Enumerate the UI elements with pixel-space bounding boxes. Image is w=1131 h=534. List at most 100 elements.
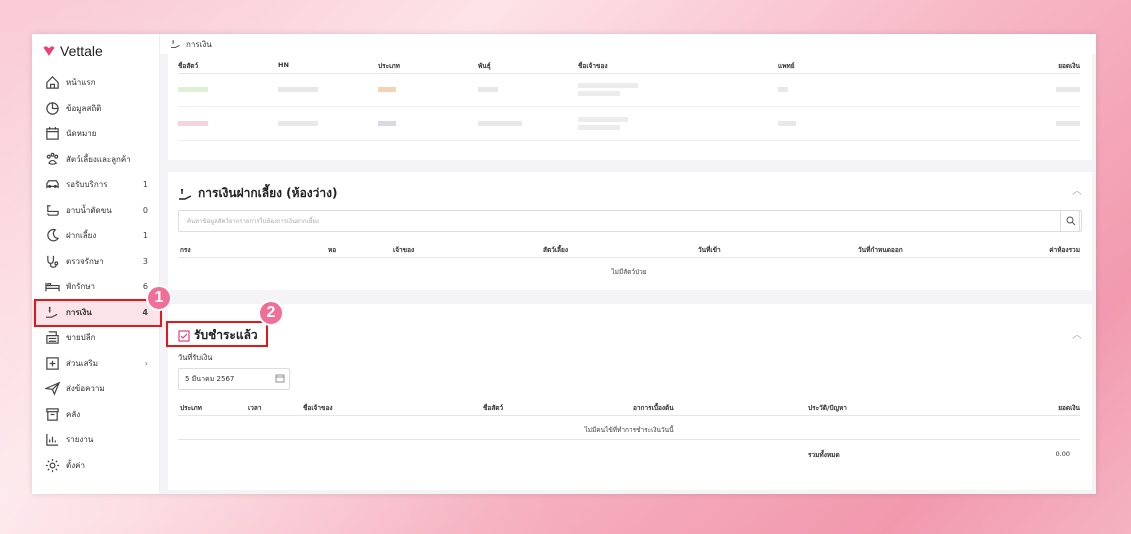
col-room-total: ค่าห้องรวม [1049, 246, 1080, 254]
checkbox-icon [178, 329, 190, 342]
gear-icon [44, 457, 60, 473]
main-content: การเงิน ชื่อสัตว์ HN ประเภท พันธุ์ ชื่อเ… [160, 34, 1096, 494]
sidebar-item-bath[interactable]: อาบน้ำตัดขน 0 [32, 198, 160, 224]
date-label: วันที่รับเงิน [178, 353, 213, 362]
sidebar-item-label: ฝากเลี้ยง [66, 231, 97, 241]
register-icon [44, 330, 60, 346]
boarding-section-title: การเงินฝากเลี้ยง (ห้องว่าง) [178, 184, 337, 203]
col-type: ประเภท [378, 62, 400, 70]
paid-table-header: ประเภท เวลา ชื่อเจ้าของ ชื่อสัตว์ อาการเ… [178, 396, 1080, 416]
money-hand-icon [179, 188, 192, 200]
col-ward: หอ [328, 246, 337, 254]
boarding-finance-card: การเงินฝากเลี้ยง (ห้องว่าง) ︿ ค้นหาข้อมู… [168, 172, 1092, 290]
sidebar-item-report[interactable]: รายงาน [32, 427, 160, 453]
sidebar-item-paw[interactable]: สัตว์เลี้ยงและลูกค้า [32, 147, 160, 173]
col-pet: สัตว์เลี้ยง [543, 246, 569, 254]
bed-icon [44, 279, 60, 295]
send-icon [44, 381, 60, 397]
sidebar-item-label: ตรวจรักษา [66, 256, 104, 266]
search-button[interactable] [1060, 210, 1082, 232]
sidebar-item-register[interactable]: ขายปลีก [32, 325, 160, 351]
sidebar-item-label: ข้อมูลสถิติ [66, 103, 102, 113]
col-type: ประเภท [180, 404, 202, 412]
sidebar-item-label: รายงาน [66, 435, 94, 445]
sidebar-item-plus-square[interactable]: ส่วนเสริม › [32, 351, 160, 377]
car-icon [44, 177, 60, 193]
col-hn: HN [278, 61, 289, 69]
collapse-chevron-icon[interactable]: ︿ [1072, 326, 1082, 341]
pending-table-header: ชื่อสัตว์ HN ประเภท พันธุ์ ชื่อเจ้าของ แ… [178, 54, 1080, 74]
col-owner: ชื่อเจ้าของ [303, 404, 333, 412]
paid-section-title: รับชำระแล้ว [178, 326, 258, 345]
money-hand-icon [171, 40, 180, 49]
sidebar-item-moon[interactable]: ฝากเลี้ยง 1 [32, 223, 160, 249]
calendar-icon[interactable] [275, 373, 285, 383]
col-history: ประวัติ/ปัญหา [808, 404, 847, 412]
date-picker-input[interactable]: 5 มีนาคม 2567 [178, 368, 290, 390]
paid-empty-text: ไม่มีคนไข้ที่ทำการชำระเงินวันนี้ [584, 426, 674, 434]
total-label: รวมทั้งหมด [808, 451, 840, 459]
sidebar-item-label: รอรับบริการ [66, 180, 108, 190]
col-pet: ชื่อสัตว์ [483, 404, 504, 412]
sidebar-item-label: คลัง [66, 409, 81, 419]
sidebar-item-label: สัตว์เลี้ยงและลูกค้า [66, 154, 131, 164]
chevron-right-icon: › [144, 358, 148, 368]
sidebar-item-label: ขายปลีก [66, 333, 96, 343]
sidebar-item-label: ส่งข้อความ [66, 384, 105, 394]
money-hand-icon [44, 304, 60, 320]
sidebar-item-chart[interactable]: ข้อมูลสถิติ [32, 96, 160, 122]
paid-card: รับชำระแล้ว ︿ วันที่รับเงิน 5 มีนาคม 256… [168, 304, 1092, 490]
sidebar-item-stethoscope[interactable]: ตรวจรักษา 3 [32, 249, 160, 275]
col-pet-name: ชื่อสัตว์ [178, 62, 199, 70]
paw-icon [44, 151, 60, 167]
col-amount: ยอดเงิน [1058, 404, 1080, 412]
col-amount: ยอดเงิน [1058, 62, 1080, 70]
boarding-search-input[interactable]: ค้นหาข้อมูลสัตว์จากรายการใบห้องการเงินฝา… [178, 210, 1080, 232]
moon-icon [44, 228, 60, 244]
table-row[interactable] [178, 74, 1080, 107]
col-owner: เจ้าของ [393, 246, 415, 254]
sidebar-item-label: นัดหมาย [66, 129, 97, 139]
step-badge-1: 1 [146, 285, 172, 311]
breadcrumb: การเงิน [160, 34, 1096, 54]
boarding-table-header: กรง หอ เจ้าของ สัตว์เลี้ยง วันที่เข้า วั… [178, 238, 1080, 258]
sidebar-item-money-hand[interactable]: การเงิน 4 [32, 299, 160, 325]
plus-square-icon [44, 355, 60, 371]
app-window: Vettale หน้าแรกข้อมูลสถิตินัดหมายสัตว์เล… [32, 34, 1096, 494]
breadcrumb-label: การเงิน [186, 39, 212, 49]
paid-empty-row: ไม่มีคนไข้ที่ทำการชำระเงินวันนี้ [178, 416, 1080, 440]
sidebar-item-send[interactable]: ส่งข้อความ [32, 376, 160, 402]
col-symptom: อาการเบื้องต้น [633, 404, 674, 412]
boarding-empty-text: ไม่มีสัตว์ป่วย [611, 268, 647, 276]
calendar-icon [44, 126, 60, 142]
app-name: Vettale [60, 43, 103, 59]
home-icon [44, 75, 60, 91]
sidebar: Vettale หน้าแรกข้อมูลสถิตินัดหมายสัตว์เล… [32, 34, 160, 494]
sidebar-item-gear[interactable]: ตั้งค่า [32, 453, 160, 479]
archive-icon [44, 406, 60, 422]
table-row[interactable] [178, 108, 1080, 141]
sidebar-item-bed[interactable]: พักรักษา 6 [32, 274, 160, 300]
sidebar-nav: หน้าแรกข้อมูลสถิตินัดหมายสัตว์เลี้ยงและล… [32, 70, 160, 478]
search-icon [1066, 216, 1076, 226]
sidebar-item-archive[interactable]: คลัง [32, 402, 160, 428]
stethoscope-icon [44, 253, 60, 269]
sidebar-item-calendar[interactable]: นัดหมาย [32, 121, 160, 147]
sidebar-item-car[interactable]: รอรับบริการ 1 [32, 172, 160, 198]
col-owner: ชื่อเจ้าของ [578, 62, 608, 70]
sidebar-item-label: หน้าแรก [66, 78, 96, 88]
col-checkout: วันที่กำหนดออก [858, 246, 903, 254]
chart-icon [44, 100, 60, 116]
collapse-chevron-icon[interactable]: ︿ [1072, 182, 1082, 197]
bath-icon [44, 202, 60, 218]
sidebar-item-count: 1 [142, 180, 148, 190]
sidebar-item-count: 1 [142, 231, 148, 241]
report-icon [44, 432, 60, 448]
sidebar-item-label: การเงิน [66, 307, 92, 317]
sidebar-item-home[interactable]: หน้าแรก [32, 70, 160, 96]
sidebar-item-label: พักรักษา [66, 282, 96, 292]
sidebar-item-count: 4 [142, 307, 148, 317]
sidebar-item-label: ส่วนเสริม [66, 358, 99, 368]
step-badge-2: 2 [258, 300, 284, 326]
sidebar-item-count: 3 [142, 256, 148, 266]
